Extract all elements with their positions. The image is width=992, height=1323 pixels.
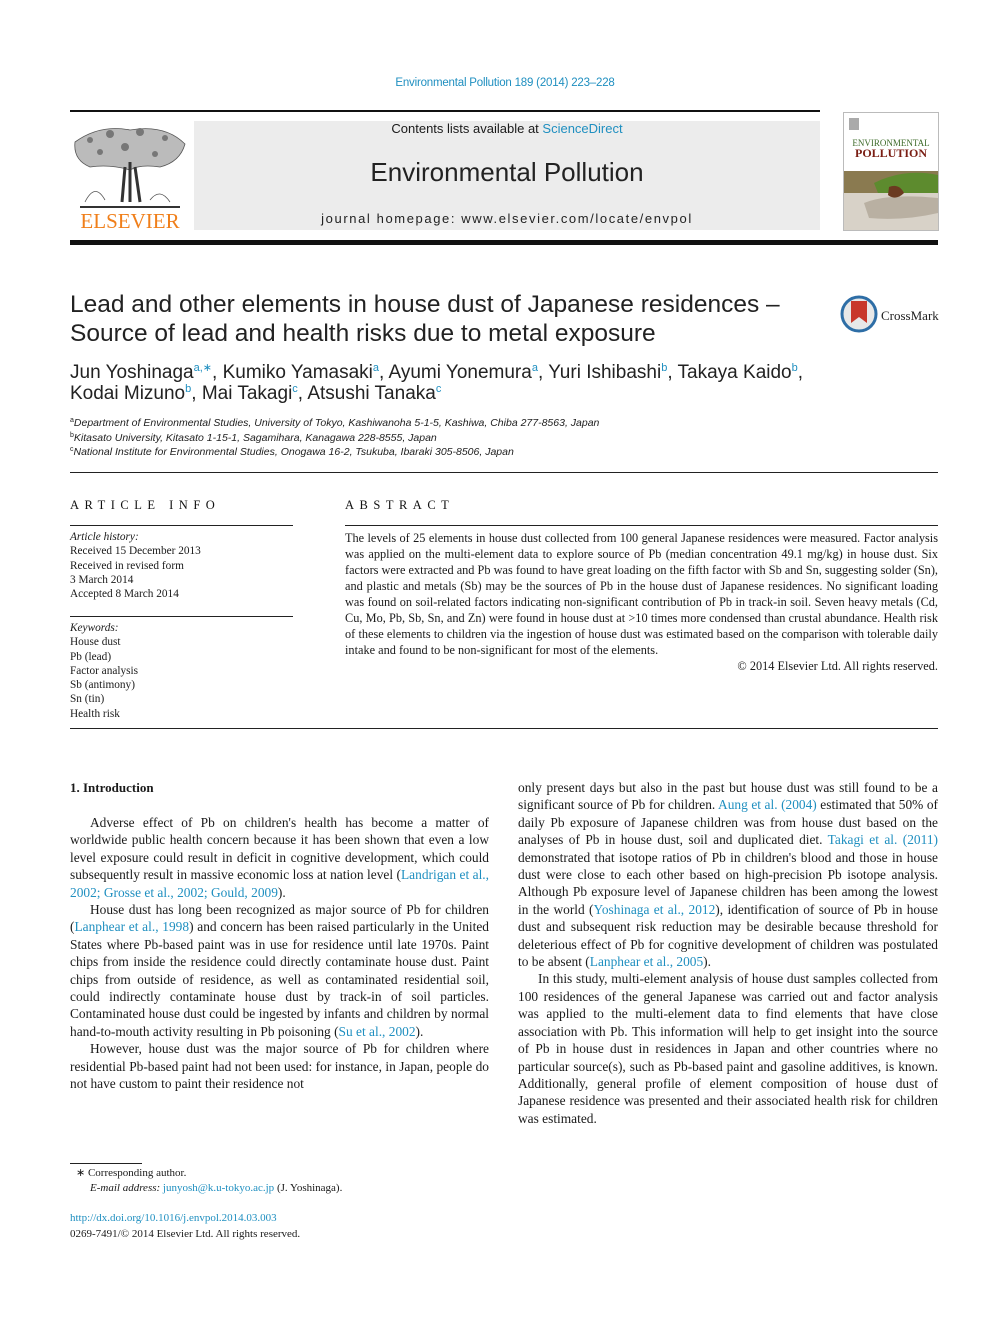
author[interactable]: Takaya Kaidob bbox=[678, 362, 798, 383]
divider bbox=[70, 472, 938, 473]
citation-link[interactable]: Takagi et al. (2011) bbox=[828, 832, 938, 847]
title-line-1: Lead and other elements in house dust of… bbox=[70, 291, 780, 318]
journal-citation-link[interactable]: Environmental Pollution 189 (2014) 223–2… bbox=[0, 77, 992, 89]
author[interactable]: Mai Takagic bbox=[202, 383, 298, 404]
keywords: Keywords: House dust Pb (lead) Factor an… bbox=[70, 621, 293, 721]
author[interactable]: Kodai Mizunob bbox=[70, 383, 191, 404]
header-rule bbox=[70, 110, 820, 112]
keyword: Sn (tin) bbox=[70, 693, 105, 706]
author[interactable]: Atsushi Tanakac bbox=[307, 383, 441, 404]
history-item: 3 March 2014 bbox=[70, 573, 134, 586]
history-label: Article history: bbox=[70, 531, 139, 543]
doi-link[interactable]: http://dx.doi.org/10.1016/j.envpol.2014.… bbox=[70, 1212, 277, 1224]
divider bbox=[70, 525, 293, 526]
author[interactable]: Yuri Ishibashib bbox=[548, 362, 667, 383]
cover-title-2: POLLUTION bbox=[855, 146, 927, 160]
citation-link[interactable]: Lanphear et al., 2005 bbox=[590, 954, 703, 969]
keyword: Health risk bbox=[70, 707, 120, 720]
header-thick-rule bbox=[70, 240, 938, 245]
issn-copyright: 0269-7491/© 2014 Elsevier Ltd. All right… bbox=[70, 1227, 301, 1240]
keyword: Sb (antimony) bbox=[70, 679, 135, 692]
journal-homepage[interactable]: journal homepage: www.elsevier.com/locat… bbox=[194, 211, 820, 226]
paragraph: However, house dust was the major source… bbox=[70, 1041, 489, 1092]
citation-link[interactable]: Su et al., 2002 bbox=[339, 1024, 416, 1039]
crossmark-label: CrossMark bbox=[881, 308, 939, 323]
author-line-1: Jun Yoshinagaa,∗, Kumiko Yamasakia, Ayum… bbox=[70, 362, 804, 383]
abstract: The levels of 25 elements in house dust … bbox=[345, 530, 938, 674]
elsevier-wordmark: ELSEVIER bbox=[80, 209, 180, 233]
title-line-2: Source of lead and health risks due to m… bbox=[70, 320, 656, 347]
affiliation: bKitasato University, Kitasato 1-15-1, S… bbox=[70, 431, 437, 444]
contents-prefix: Contents lists available at bbox=[391, 121, 543, 136]
body-column-right: only present days but also in the past b… bbox=[518, 779, 938, 1127]
keywords-label: Keywords: bbox=[70, 622, 119, 634]
journal-banner: Contents lists available at ScienceDirec… bbox=[194, 121, 820, 230]
author[interactable]: Jun Yoshinagaa,∗ bbox=[70, 362, 212, 383]
corresponding-author-note: ∗ Corresponding author. bbox=[76, 1167, 187, 1179]
keyword: Factor analysis bbox=[70, 664, 139, 677]
citation-link[interactable]: Lanphear et al., 1998 bbox=[74, 919, 189, 934]
keyword: House dust bbox=[70, 636, 121, 649]
article-history: Article history: Received 15 December 20… bbox=[70, 530, 293, 601]
paragraph: In this study, multi-element analysis of… bbox=[518, 971, 938, 1126]
paragraph: House dust has long been recognized as m… bbox=[70, 902, 489, 1039]
author-list: Jun Yoshinagaa,∗, Kumiko Yamasakia, Ayum… bbox=[70, 362, 850, 404]
history-item: Received in revised form bbox=[70, 559, 184, 572]
footnotes: ∗ Corresponding author. E-mail address: … bbox=[70, 1166, 490, 1196]
author[interactable]: Kumiko Yamasakia bbox=[223, 362, 379, 383]
article-title: Lead and other elements in house dust of… bbox=[70, 290, 810, 348]
history-item: Accepted 8 March 2014 bbox=[70, 588, 179, 601]
tree-icon bbox=[74, 128, 186, 208]
paragraph: only present days but also in the past b… bbox=[518, 780, 938, 970]
affiliation-link[interactable]: c bbox=[436, 383, 442, 395]
sciencedirect-link[interactable]: ScienceDirect bbox=[542, 121, 622, 136]
abstract-text: The levels of 25 elements in house dust … bbox=[345, 531, 938, 657]
divider bbox=[345, 525, 938, 526]
history-item: Received 15 December 2013 bbox=[70, 545, 201, 558]
contents-line: Contents lists available at ScienceDirec… bbox=[194, 121, 820, 137]
journal-name: Environmental Pollution bbox=[370, 157, 644, 187]
abstract-copyright: © 2014 Elsevier Ltd. All rights reserved… bbox=[737, 659, 938, 673]
keyword: Pb (lead) bbox=[70, 650, 112, 663]
elsevier-logo[interactable]: ELSEVIER bbox=[70, 122, 190, 234]
cover-image: ENVIRONMENTAL POLLUTION bbox=[844, 113, 938, 230]
email-note: E-mail address: junyosh@k.u-tokyo.ac.jp … bbox=[90, 1182, 343, 1194]
divider bbox=[70, 616, 293, 617]
affiliation: cNational Institute for Environmental St… bbox=[70, 446, 514, 458]
body-column-left: Adverse effect of Pb on children's healt… bbox=[70, 814, 489, 1093]
author-line-2: Kodai Mizunob, Mai Takagic, Atsushi Tana… bbox=[70, 383, 442, 404]
crossmark-icon bbox=[840, 295, 878, 333]
author[interactable]: Ayumi Yonemuraa bbox=[389, 362, 538, 383]
article-info-heading: ARTICLE INFO bbox=[70, 498, 221, 512]
email-link[interactable]: junyosh@k.u-tokyo.ac.jp bbox=[163, 1182, 274, 1194]
affiliation-link[interactable]: a,∗ bbox=[194, 362, 212, 374]
footnote-rule bbox=[70, 1163, 142, 1164]
crossmark-button[interactable]: CrossMark bbox=[840, 295, 950, 335]
journal-cover-thumbnail[interactable]: ENVIRONMENTAL POLLUTION bbox=[843, 112, 939, 231]
abstract-heading: ABSTRACT bbox=[345, 498, 455, 512]
paragraph: Adverse effect of Pb on children's healt… bbox=[70, 815, 489, 900]
divider bbox=[70, 728, 938, 729]
affiliation: aDepartment of Environmental Studies, Un… bbox=[70, 417, 600, 429]
section-heading-introduction: 1. Introduction bbox=[70, 780, 154, 795]
affiliations: aDepartment of Environmental Studies, Un… bbox=[70, 416, 930, 460]
citation-link[interactable]: Yoshinaga et al., 2012 bbox=[594, 902, 716, 917]
citation-link[interactable]: Aung et al. (2004) bbox=[718, 797, 817, 812]
doi-block: http://dx.doi.org/10.1016/j.envpol.2014.… bbox=[70, 1211, 490, 1242]
